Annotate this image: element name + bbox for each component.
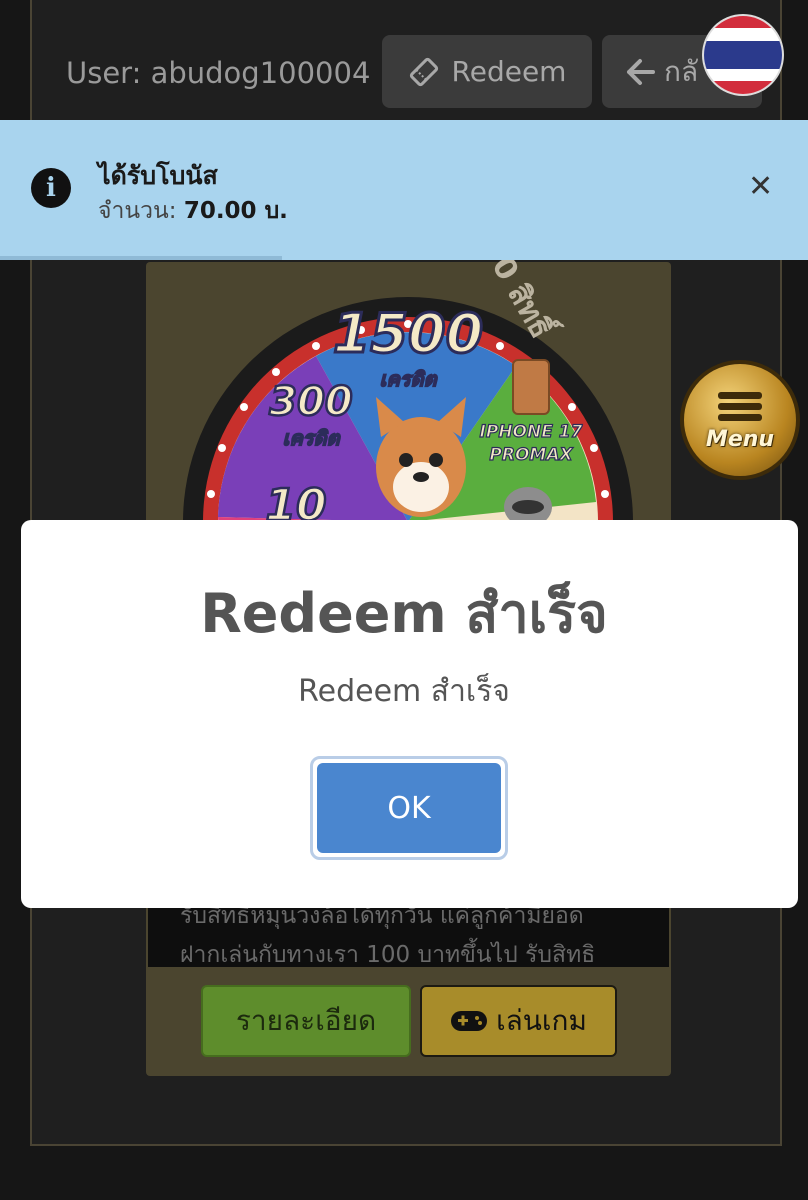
segment-iphone-value: IPHONE 17 bbox=[480, 422, 583, 442]
dialog-message: Redeem สำเร็จ bbox=[298, 674, 510, 709]
dialog-title: Redeem สำเร็จ bbox=[200, 582, 608, 645]
notification-message: จำนวน: 70.00 บ. bbox=[98, 193, 288, 229]
menu-button[interactable]: Menu bbox=[680, 360, 800, 480]
details-button-label: รายละเอียด bbox=[235, 1004, 377, 1037]
back-button-label: กลั bbox=[664, 54, 699, 88]
thai-flag-language-button[interactable] bbox=[704, 16, 782, 94]
notification-progress-bar bbox=[0, 256, 282, 260]
promo-text-line-2: ฝากเล่นกับทางเรา 100 บาทขึ้นไป รับสิทธิ bbox=[180, 942, 596, 968]
menu-button-label: Menu bbox=[705, 427, 775, 452]
wheel-graphic: 1500 เครดิต 300 เครดิต 10 IPHONE 17 PROM… bbox=[183, 297, 633, 520]
notification-message-prefix: จำนวน: bbox=[98, 198, 184, 224]
details-button[interactable]: รายละเอียด bbox=[201, 985, 411, 1057]
segment-1500-value: 1500 bbox=[333, 302, 483, 365]
segment-iphone-unit: PROMAX bbox=[489, 445, 573, 465]
segment-10-value: 10 bbox=[265, 480, 326, 520]
segment-300-unit: เครดิต bbox=[283, 426, 342, 450]
info-icon: i bbox=[31, 168, 71, 208]
segment-1500-unit: เครดิต bbox=[380, 367, 439, 391]
segment-300-value: 300 bbox=[269, 379, 353, 425]
top-bar: User: abudog100004 Redeem กลั bbox=[30, 0, 782, 120]
play-game-button-label: เล่นเกม bbox=[496, 1004, 587, 1037]
ok-button-label: OK bbox=[317, 763, 501, 853]
close-icon[interactable]: ✕ bbox=[748, 172, 773, 202]
notification-amount: 70.00 บ. bbox=[183, 198, 288, 224]
play-game-button[interactable]: เล่นเกม bbox=[420, 985, 617, 1057]
gamepad-icon bbox=[451, 1011, 488, 1031]
hamburger-icon bbox=[718, 388, 762, 425]
arrow-left-icon bbox=[627, 58, 655, 85]
ticket-icon bbox=[409, 57, 438, 86]
notification-title: ได้รับโบนัส bbox=[98, 161, 218, 190]
username-label: User: abudog100004 bbox=[66, 56, 371, 90]
redeem-button-label: Redeem bbox=[451, 55, 567, 88]
lucky-wheel[interactable]: 1500 เครดิต 300 เครดิต 10 IPHONE 17 PROM… bbox=[146, 262, 671, 520]
redeem-button[interactable]: Redeem bbox=[382, 35, 592, 108]
ok-button[interactable]: OK bbox=[310, 756, 508, 860]
